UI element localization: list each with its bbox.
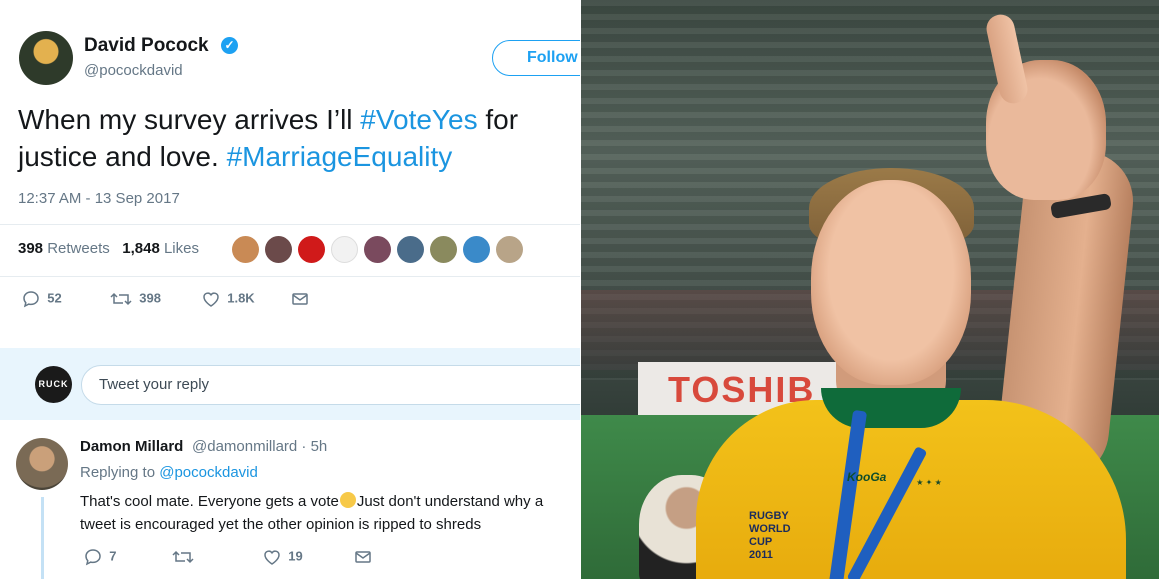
author-name[interactable]: David Pocock <box>84 35 209 57</box>
current-user-avatar[interactable]: RUCK <box>35 366 72 403</box>
hashtag-link[interactable]: #MarriageEquality <box>227 141 453 172</box>
reply-input[interactable]: Tweet your reply <box>81 365 580 405</box>
retweet-action[interactable]: 398 <box>110 290 161 308</box>
author-avatar[interactable] <box>19 31 73 85</box>
thread-line <box>41 497 44 579</box>
replying-to-link[interactable]: @pocockdavid <box>159 464 258 481</box>
reply-text: That's cool mate. Everyone gets a vote Ju… <box>80 490 580 536</box>
verified-badge-icon: ✓ <box>221 37 238 54</box>
replying-prefix: Replying to <box>80 464 156 481</box>
hashtag-link[interactable]: #VoteYes <box>360 104 477 135</box>
tweet-text-part: for <box>477 104 519 135</box>
likes-count[interactable]: 1,848 <box>122 240 160 257</box>
retweets-count[interactable]: 398 <box>18 240 43 257</box>
reply-retweet-action[interactable] <box>172 548 194 566</box>
reply-action[interactable]: 52 <box>22 290 62 308</box>
reply-icon <box>23 291 39 308</box>
reply-text-part: tweet is encouraged yet the other opinio… <box>80 516 482 533</box>
player-face <box>811 180 971 385</box>
heart-icon <box>203 292 219 307</box>
replying-to: Replying to @pocockdavid <box>80 464 258 481</box>
reply-text-part: That's cool mate. Everyone gets a vote <box>80 493 339 510</box>
liker-avatar[interactable] <box>397 236 424 263</box>
like-count: 1.8K <box>227 290 255 306</box>
liker-avatar[interactable] <box>463 236 490 263</box>
rwc-badge-line: 2011 <box>749 549 773 561</box>
rwc-badge-line: WORLD CUP <box>749 523 791 548</box>
follow-button[interactable]: Follow <box>492 40 580 76</box>
liker-avatar[interactable] <box>232 236 259 263</box>
liker-avatar[interactable] <box>430 236 457 263</box>
author-handle[interactable]: @pocockdavid <box>84 62 183 79</box>
retweets-label[interactable]: Retweets <box>47 240 110 257</box>
reply-like-action[interactable]: 19 <box>263 548 303 566</box>
jersey-collar <box>821 388 961 428</box>
reply-message-action[interactable] <box>354 548 372 566</box>
retweet-icon <box>172 550 194 564</box>
retweet-icon <box>110 292 132 306</box>
tweet-text-part: justice and love. <box>18 141 227 172</box>
tweet-timestamp[interactable]: 12:37 AM - 13 Sep 2017 <box>18 190 180 207</box>
like-action[interactable]: 1.8K <box>202 290 255 308</box>
reply-author-name[interactable]: Damon Millard <box>80 438 183 455</box>
liker-avatar[interactable] <box>298 236 325 263</box>
divider <box>0 276 580 277</box>
reply-author-handle[interactable]: @damonmillard · 5h <box>192 438 327 455</box>
liker-avatar[interactable] <box>496 236 523 263</box>
reply-text-part: Just don't understand why a <box>356 493 544 510</box>
reply-count: 52 <box>47 290 62 306</box>
player-photo: TOSHIB KooGa RUGBY WORLD CUP 2011 ★ ✦ ★ <box>581 0 1159 579</box>
heart-icon <box>264 550 280 565</box>
tweet-text: When my survey arrives I’ll #VoteYes for… <box>18 101 580 175</box>
reply-reply-count: 7 <box>109 548 117 564</box>
australia-crest-icon: ★ ✦ ★ <box>916 478 942 487</box>
reply-reply-action[interactable]: 7 <box>84 548 116 566</box>
tweet-text-part: When my survey arrives I’ll <box>18 104 361 135</box>
liker-avatar[interactable] <box>265 236 292 263</box>
reply-author-avatar[interactable] <box>16 438 68 490</box>
rwc-badge-line: RUGBY <box>749 510 789 522</box>
liker-avatar[interactable] <box>331 236 358 263</box>
reply-icon <box>85 549 101 566</box>
liker-avatar[interactable] <box>364 236 391 263</box>
rwc-badge: RUGBY WORLD CUP 2011 <box>749 510 813 561</box>
tweet-panel: David Pocock ✓ @pocockdavid Follow When … <box>0 0 580 579</box>
message-icon <box>292 293 308 305</box>
jersey-brand: KooGa <box>847 470 887 484</box>
divider <box>0 224 580 225</box>
reply-like-count: 19 <box>288 548 303 564</box>
message-icon <box>355 551 371 563</box>
smile-emoji-icon <box>339 492 356 508</box>
likes-label[interactable]: Likes <box>164 240 199 257</box>
message-action[interactable] <box>291 290 309 308</box>
tweet-stats: 398 Retweets 1,848 Likes <box>18 240 199 257</box>
retweet-count: 398 <box>139 290 161 306</box>
